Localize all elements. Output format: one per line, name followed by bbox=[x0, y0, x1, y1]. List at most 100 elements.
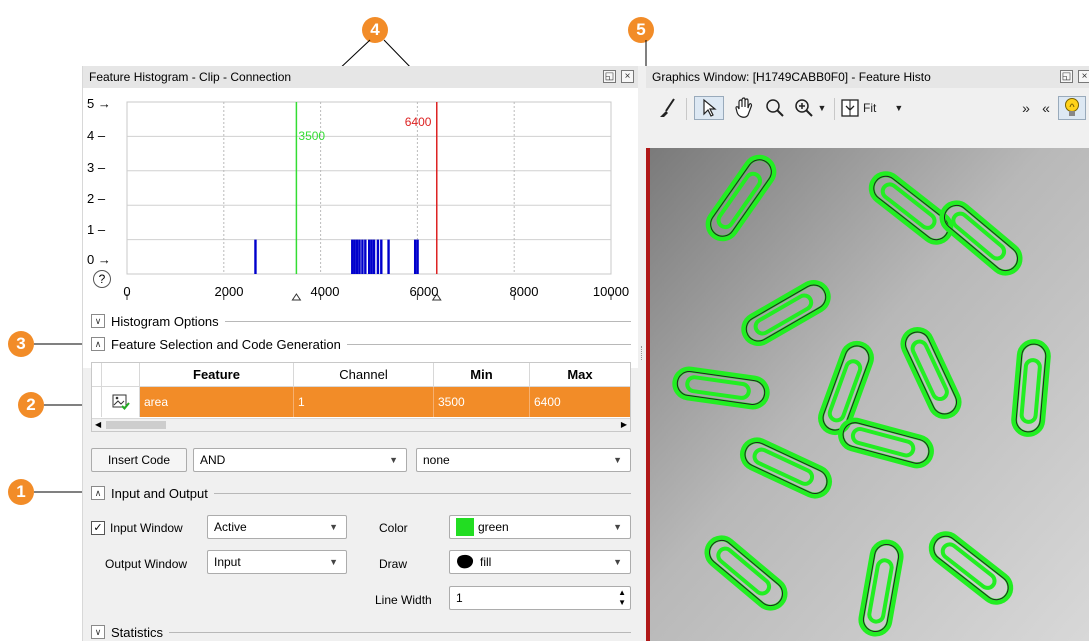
close-icon[interactable]: × bbox=[621, 70, 634, 83]
histogram-canvas[interactable]: 3500 6400 bbox=[83, 88, 639, 308]
section-statistics[interactable]: ∨ Statistics bbox=[91, 623, 631, 641]
column-max[interactable]: Max bbox=[530, 363, 630, 387]
y-tick-2: 2 – bbox=[87, 191, 106, 206]
histogram-bar bbox=[416, 239, 419, 274]
cell-max[interactable]: 6400 bbox=[530, 387, 630, 417]
expand-icon[interactable]: » bbox=[1018, 96, 1034, 120]
column-channel[interactable]: Channel bbox=[294, 363, 434, 387]
zoom-in-icon[interactable]: ▼ bbox=[790, 96, 830, 120]
lightbulb-icon[interactable] bbox=[1058, 96, 1086, 120]
expand-chevron-icon[interactable]: ∨ bbox=[91, 625, 105, 639]
collapse-chevron-icon[interactable]: ∧ bbox=[91, 486, 105, 500]
histogram-bar bbox=[413, 239, 417, 274]
section-feature-selection[interactable]: ∧ Feature Selection and Code Generation bbox=[91, 335, 631, 353]
lower-threshold-handle[interactable] bbox=[291, 293, 302, 301]
help-icon[interactable]: ? bbox=[93, 270, 111, 288]
line-width-label: Line Width bbox=[375, 593, 432, 607]
histogram-bar bbox=[370, 239, 373, 274]
histogram-bar bbox=[355, 239, 359, 274]
input-window-checkbox[interactable]: ✓ bbox=[91, 521, 105, 535]
section-input-output[interactable]: ∧ Input and Output bbox=[91, 484, 631, 502]
scroll-right-icon[interactable]: ▶ bbox=[621, 420, 627, 429]
y-tick-4: 4 – bbox=[87, 128, 106, 143]
collapse-chevron-icon[interactable]: ∧ bbox=[91, 337, 105, 351]
histogram-bar bbox=[254, 239, 257, 274]
cell-channel[interactable]: 1 bbox=[294, 387, 434, 417]
graphics-toolbar: ▼ Fit ▼ » « bbox=[646, 88, 1089, 128]
x-tick-2000: 2000 bbox=[214, 284, 244, 299]
x-tick-0: 0 bbox=[123, 284, 131, 299]
histogram-bar bbox=[387, 239, 390, 274]
fit-icon[interactable]: Fit ▼ bbox=[840, 96, 920, 120]
histogram-bar bbox=[368, 239, 371, 274]
cell-feature[interactable]: area bbox=[140, 387, 294, 417]
draw-combo[interactable]: fill ▼ bbox=[449, 550, 631, 574]
color-swatch bbox=[456, 518, 474, 536]
histogram-bar bbox=[351, 239, 354, 274]
histogram-bar bbox=[358, 239, 361, 274]
spin-arrows-icon[interactable]: ▲ ▼ bbox=[618, 588, 626, 608]
draw-label: Draw bbox=[379, 557, 408, 571]
color-combo[interactable]: green ▼ bbox=[449, 515, 631, 539]
image-left-edge bbox=[646, 148, 650, 641]
graphics-image-view[interactable] bbox=[646, 148, 1089, 641]
operator-combo[interactable]: AND ▼ bbox=[193, 448, 407, 472]
x-tick-8000: 8000 bbox=[509, 284, 539, 299]
histogram-title: Feature Histogram - Clip - Connection bbox=[89, 70, 292, 84]
collapse-icon[interactable]: « bbox=[1038, 96, 1054, 120]
restore-icon[interactable]: ◱ bbox=[603, 70, 616, 83]
pointer-icon[interactable] bbox=[694, 96, 724, 120]
histogram-bar bbox=[364, 239, 367, 274]
graphics-window-titlebar: Graphics Window: [H1749CABB0F0] - Featur… bbox=[646, 66, 1089, 88]
y-tick-3: 3 – bbox=[87, 160, 106, 175]
input-window-combo[interactable]: Active ▼ bbox=[207, 515, 347, 539]
row-header[interactable] bbox=[92, 387, 102, 417]
table-horizontal-scrollbar[interactable]: ◀ ▶ bbox=[92, 418, 630, 431]
input-window-label: Input Window bbox=[110, 521, 183, 535]
cell-min[interactable]: 3500 bbox=[434, 387, 530, 417]
close-icon[interactable]: × bbox=[1078, 70, 1089, 83]
graphics-window-panel: Graphics Window: [H1749CABB0F0] - Featur… bbox=[646, 66, 1089, 641]
pan-hand-icon[interactable] bbox=[730, 96, 758, 120]
expand-chevron-icon[interactable]: ∨ bbox=[91, 314, 105, 328]
clear-brush-icon[interactable] bbox=[656, 96, 680, 120]
section-histogram-options[interactable]: ∨ Histogram Options bbox=[91, 312, 631, 330]
dropdown-arrow-icon: ▼ bbox=[613, 522, 622, 532]
upper-threshold-label: 6400 bbox=[405, 115, 432, 129]
fill-blob-icon bbox=[457, 554, 474, 569]
lower-threshold-label: 3500 bbox=[298, 129, 325, 143]
x-tick-4000: 4000 bbox=[310, 284, 340, 299]
dropdown-arrow-icon: ▼ bbox=[389, 455, 398, 465]
feature-image-icon[interactable] bbox=[102, 387, 140, 417]
feature-table[interactable]: Feature Channel Min Max area 1 3500 6400… bbox=[91, 362, 631, 432]
histogram-bar bbox=[376, 239, 380, 274]
feature-histogram-panel: Feature Histogram - Clip - Connection ◱ … bbox=[82, 66, 638, 641]
mode-combo[interactable]: none ▼ bbox=[416, 448, 631, 472]
column-min[interactable]: Min bbox=[434, 363, 530, 387]
histogram-titlebar: Feature Histogram - Clip - Connection ◱ … bbox=[83, 66, 638, 88]
scroll-thumb[interactable] bbox=[106, 421, 166, 429]
x-tick-6000: 6000 bbox=[409, 284, 439, 299]
zoom-icon[interactable] bbox=[762, 96, 788, 120]
histogram-bar bbox=[353, 239, 356, 274]
panel-splitter[interactable] bbox=[638, 66, 646, 641]
table-icon-col bbox=[102, 363, 140, 387]
insert-code-button[interactable]: Insert Code bbox=[91, 448, 187, 472]
y-tick-0: 0 → bbox=[87, 252, 111, 267]
table-corner bbox=[92, 363, 102, 387]
output-window-combo[interactable]: Input ▼ bbox=[207, 550, 347, 574]
dropdown-arrow-icon: ▼ bbox=[329, 522, 338, 532]
paperclip-image[interactable] bbox=[646, 148, 1089, 641]
output-window-label: Output Window bbox=[105, 557, 188, 571]
color-label: Color bbox=[379, 521, 408, 535]
dropdown-arrow-icon: ▼ bbox=[613, 455, 622, 465]
dropdown-arrow-icon: ▼ bbox=[329, 557, 338, 567]
restore-icon[interactable]: ◱ bbox=[1060, 70, 1073, 83]
column-feature[interactable]: Feature bbox=[140, 363, 294, 387]
line-width-spinbox[interactable]: 1 ▲ ▼ bbox=[449, 586, 631, 610]
scroll-left-icon[interactable]: ◀ bbox=[95, 420, 101, 429]
y-tick-5: 5 → bbox=[87, 96, 111, 111]
y-tick-1: 1 – bbox=[87, 222, 106, 237]
histogram-bar bbox=[361, 239, 364, 274]
histogram-bar bbox=[372, 239, 376, 274]
